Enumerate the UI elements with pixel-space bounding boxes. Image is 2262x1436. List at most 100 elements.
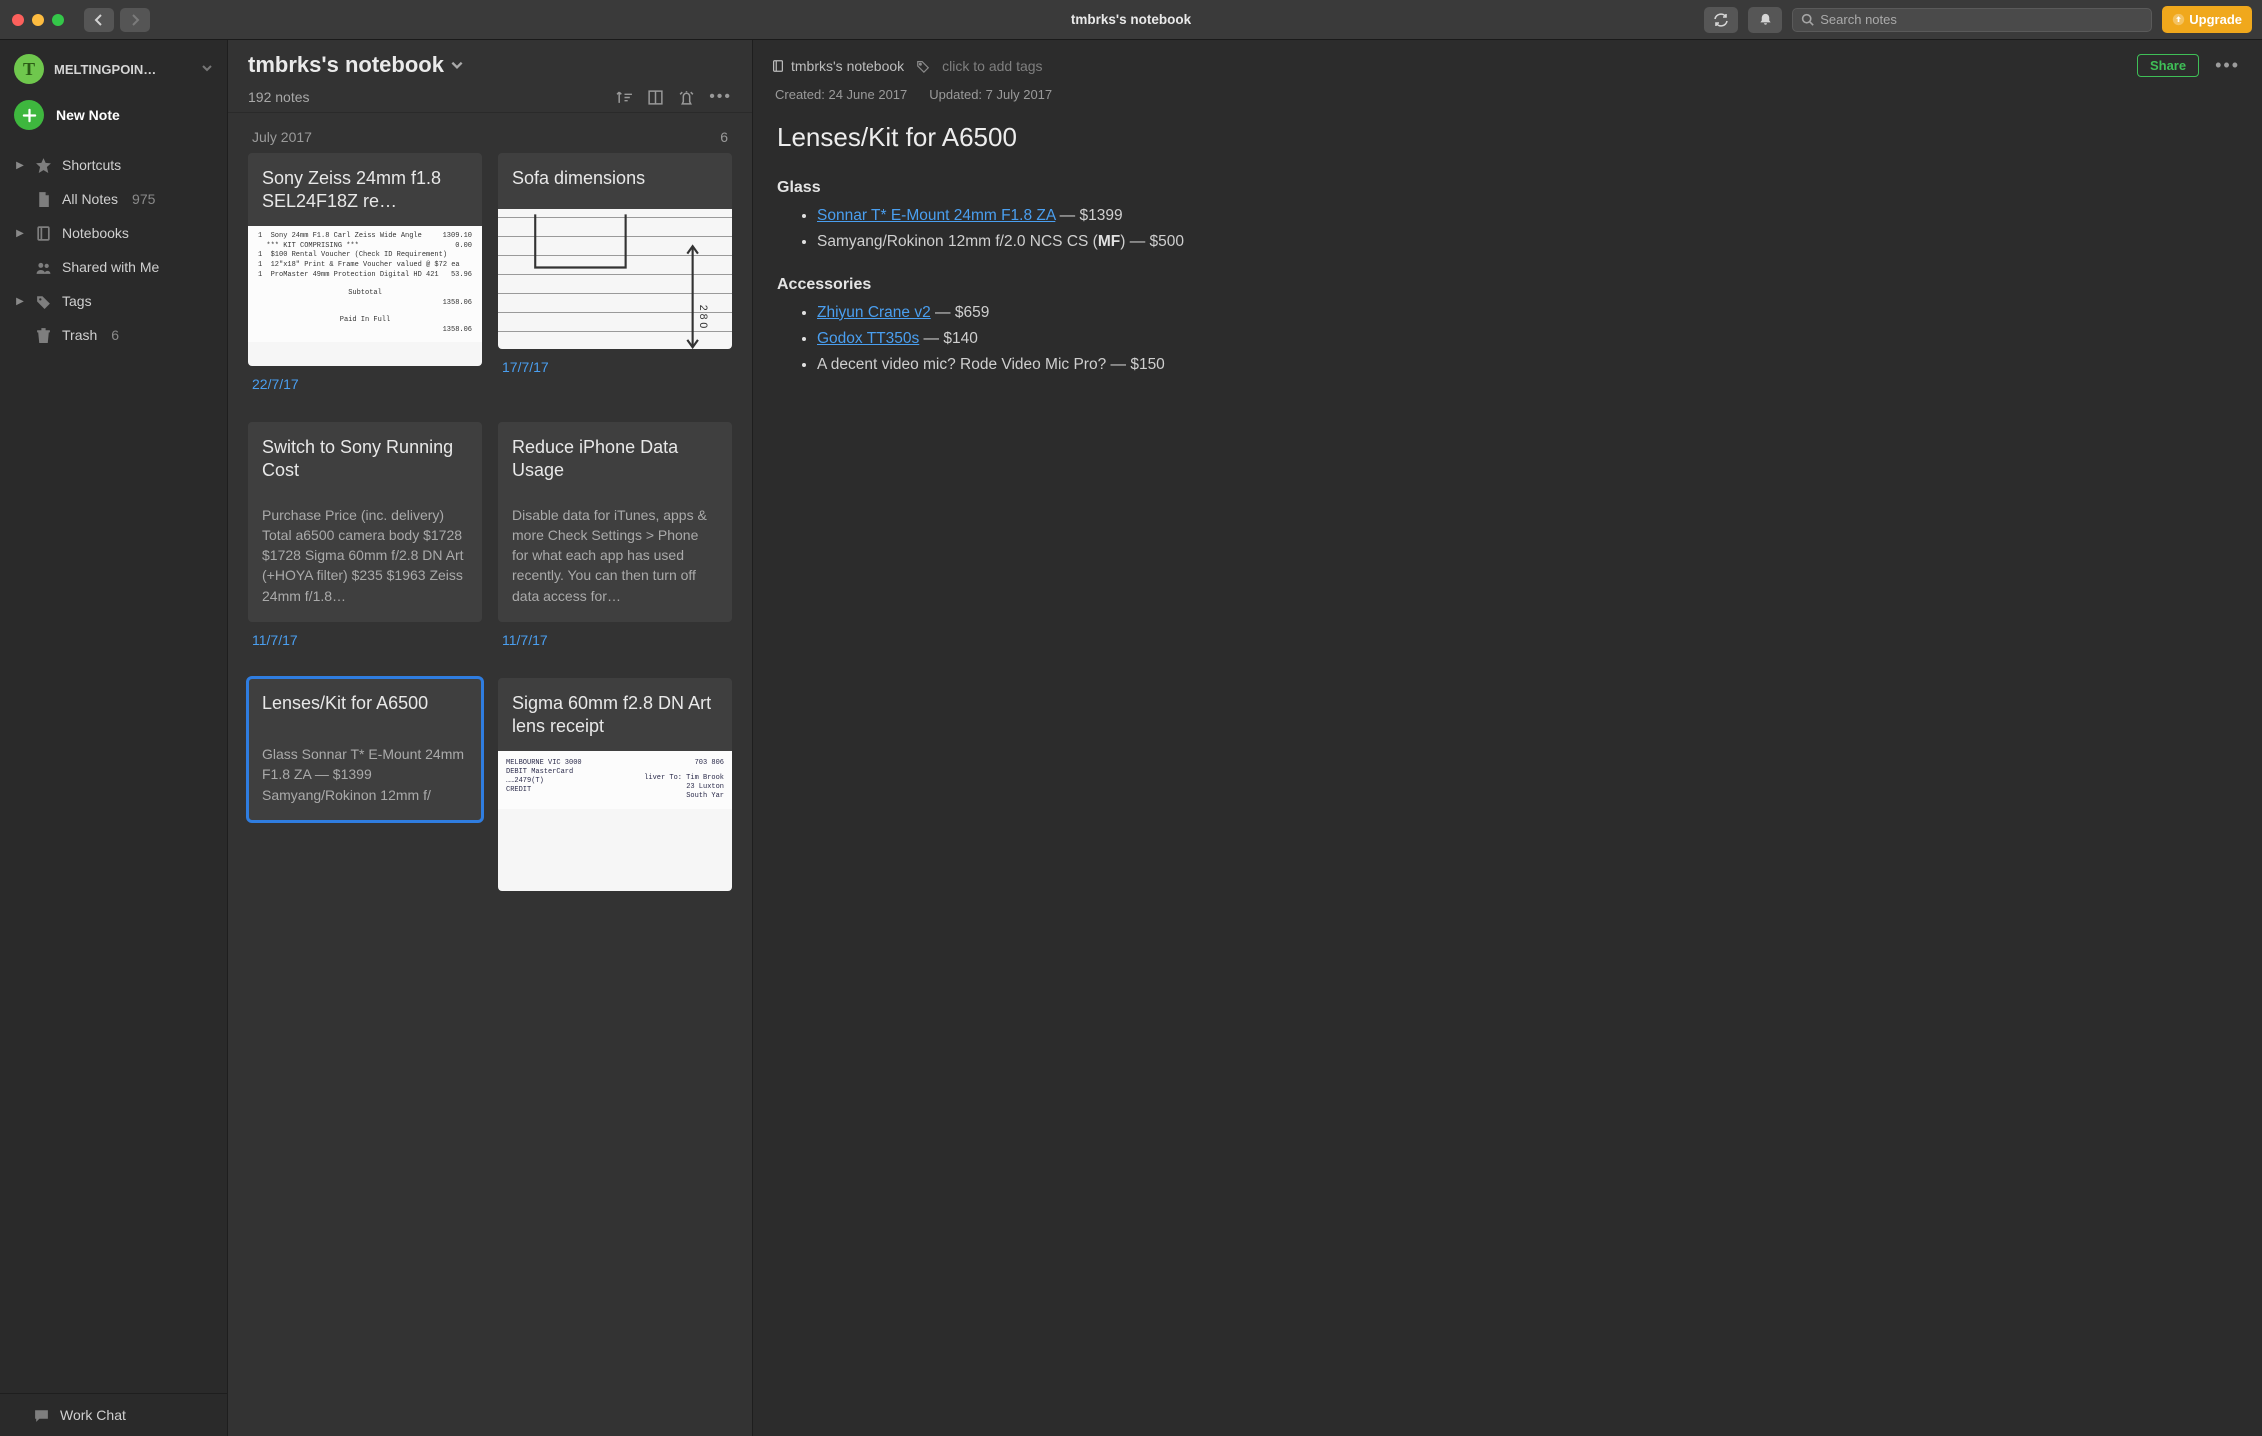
note-card[interactable]: Sofa dimensions 2 8 0 (498, 153, 732, 349)
note-more-options[interactable]: ••• (2211, 55, 2244, 76)
traffic-lights (12, 14, 64, 26)
note-card[interactable]: Sony Zeiss 24mm f1.8 SEL24F18Z re…1 Sony… (248, 153, 482, 366)
sidebar-item-label: Shared with Me (62, 259, 159, 275)
note-card[interactable]: Reduce iPhone Data UsageDisable data for… (498, 422, 732, 622)
window-minimize-button[interactable] (32, 14, 44, 26)
account-switcher[interactable]: T MELTINGPOIN… (0, 40, 227, 90)
search-input[interactable] (1820, 12, 2143, 27)
sidebar-item-shortcuts[interactable]: ▶ Shortcuts (6, 148, 221, 182)
breadcrumb[interactable]: tmbrks's notebook (771, 58, 904, 74)
sync-button[interactable] (1704, 7, 1738, 33)
sidebar-item-shared-with-me[interactable]: ▶Shared with Me (6, 250, 221, 284)
sidebar-item-label: Tags (62, 293, 92, 309)
note-card-title: Lenses/Kit for A6500 (248, 678, 482, 734)
trash-icon (34, 326, 52, 344)
note-card-title: Reduce iPhone Data Usage (498, 422, 732, 495)
reminder-icon[interactable] (678, 89, 695, 106)
list-accessories: Zhiyun Crane v2 — $659Godox TT350s — $14… (777, 300, 2238, 379)
note-card-date: 11/7/17 (498, 628, 732, 662)
more-options-icon[interactable]: ••• (709, 88, 732, 106)
upgrade-label: Upgrade (2189, 12, 2242, 27)
sidebar-item-all-notes[interactable]: ▶All Notes975 (6, 182, 221, 216)
history-buttons (84, 8, 150, 32)
note-card-date: 11/7/17 (248, 628, 482, 662)
search-field-container[interactable] (1792, 8, 2152, 32)
note-card-title: Sofa dimensions (498, 153, 732, 209)
note-card[interactable]: Sigma 60mm f2.8 DN Art lens receiptMELBO… (498, 678, 732, 891)
disclosure-triangle-icon[interactable]: ▶ (16, 160, 24, 171)
list-item: Zhiyun Crane v2 — $659 (817, 300, 2238, 326)
note-card-title: Switch to Sony Running Cost (248, 422, 482, 495)
chevron-down-icon (450, 58, 464, 72)
sidebar-item-count: 6 (111, 327, 119, 343)
note-card-snippet: Glass Sonnar T* E-Mount 24mm F1.8 ZA — $… (248, 734, 482, 821)
window-zoom-button[interactable] (52, 14, 64, 26)
notebook-icon (771, 59, 785, 73)
sidebar-nav: ▶Shortcuts▶All Notes975▶Notebooks▶Shared… (0, 148, 227, 352)
note-icon (34, 190, 52, 208)
star-icon (34, 156, 52, 174)
note-card-title: Sony Zeiss 24mm f1.8 SEL24F18Z re… (248, 153, 482, 226)
sketch-thumbnail: 2 8 0 (498, 209, 732, 349)
new-note-label: New Note (56, 107, 120, 123)
list-glass: Sonnar T* E-Mount 24mm F1.8 ZA — $1399Sa… (777, 203, 2238, 256)
month-count: 6 (720, 129, 728, 145)
sidebar-item-label: Notebooks (62, 225, 129, 241)
note-card-snippet: Purchase Price (inc. delivery) Total a65… (248, 495, 482, 622)
updated-date: Updated: 7 July 2017 (929, 87, 1052, 102)
note-card[interactable]: Lenses/Kit for A6500Glass Sonnar T* E-Mo… (248, 678, 482, 821)
note-card-date: 22/7/17 (248, 372, 482, 406)
upgrade-button[interactable]: Upgrade (2162, 6, 2252, 33)
avatar: T (14, 54, 44, 84)
note-link[interactable]: Sonnar T* E-Mount 24mm F1.8 ZA (817, 207, 1055, 224)
note-link[interactable]: Godox TT350s (817, 330, 919, 347)
notebook-selector[interactable]: tmbrks's notebook (248, 52, 732, 78)
chat-icon (32, 1406, 50, 1424)
bell-icon (1758, 12, 1773, 27)
notifications-button[interactable] (1748, 7, 1782, 33)
note-body[interactable]: Lenses/Kit for A6500 Glass Sonnar T* E-M… (753, 116, 2262, 429)
note-link[interactable]: Zhiyun Crane v2 (817, 304, 931, 321)
book-icon (34, 224, 52, 242)
forward-button[interactable] (120, 8, 150, 32)
plus-icon (14, 100, 44, 130)
note-meta: Created: 24 June 2017 Updated: 7 July 20… (753, 83, 2262, 116)
note-card[interactable]: Switch to Sony Running CostPurchase Pric… (248, 422, 482, 622)
note-count: 192 notes (248, 89, 310, 105)
created-date: Created: 24 June 2017 (775, 87, 907, 102)
sidebar-item-notebooks[interactable]: ▶ Notebooks (6, 216, 221, 250)
month-label: July 2017 (252, 129, 312, 145)
note-card-snippet: Disable data for iTunes, apps & more Che… (498, 495, 732, 622)
back-button[interactable] (84, 8, 114, 32)
sidebar-item-trash[interactable]: ▶Trash6 (6, 318, 221, 352)
sidebar-item-label: Trash (62, 327, 97, 343)
disclosure-triangle-icon[interactable]: ▶ (16, 296, 24, 307)
sidebar-item-count: 975 (132, 191, 155, 207)
add-tags-field[interactable]: click to add tags (942, 58, 1042, 74)
sync-icon (1713, 12, 1729, 28)
month-header: July 2017 6 (228, 112, 752, 153)
disclosure-triangle-icon[interactable]: ▶ (16, 228, 24, 239)
list-item: Sonnar T* E-Mount 24mm F1.8 ZA — $1399 (817, 203, 2238, 229)
new-note-button[interactable]: New Note (0, 90, 227, 148)
note-title[interactable]: Lenses/Kit for A6500 (777, 122, 2238, 153)
section-heading-accessories: Accessories (777, 276, 2238, 294)
sidebar: T MELTINGPOIN… New Note ▶ Shortcuts ▶All N… (0, 40, 228, 1436)
sidebar-item-label: Shortcuts (62, 157, 121, 173)
search-icon (1801, 13, 1814, 26)
window-close-button[interactable] (12, 14, 24, 26)
share-button[interactable]: Share (2137, 54, 2199, 77)
view-mode-icon[interactable] (647, 89, 664, 106)
sidebar-item-work-chat[interactable]: ▶ Work Chat (0, 1394, 227, 1436)
svg-text:2 8 0: 2 8 0 (697, 305, 709, 329)
sidebar-item-tags[interactable]: ▶ Tags (6, 284, 221, 318)
upgrade-icon (2172, 13, 2185, 26)
list-item: A decent video mic? Rode Video Mic Pro? … (817, 352, 2238, 378)
sort-icon[interactable] (616, 89, 633, 106)
note-editor-panel: tmbrks's notebook click to add tags Shar… (753, 40, 2262, 1436)
section-heading-glass: Glass (777, 179, 2238, 197)
receipt-thumbnail: MELBOURNE VIC 3000DEBIT MasterCard……2479… (498, 751, 732, 809)
list-item: Godox TT350s — $140 (817, 326, 2238, 352)
note-list-panel: tmbrks's notebook 192 notes ••• July 201… (228, 40, 753, 1436)
tag-icon[interactable] (916, 59, 930, 73)
